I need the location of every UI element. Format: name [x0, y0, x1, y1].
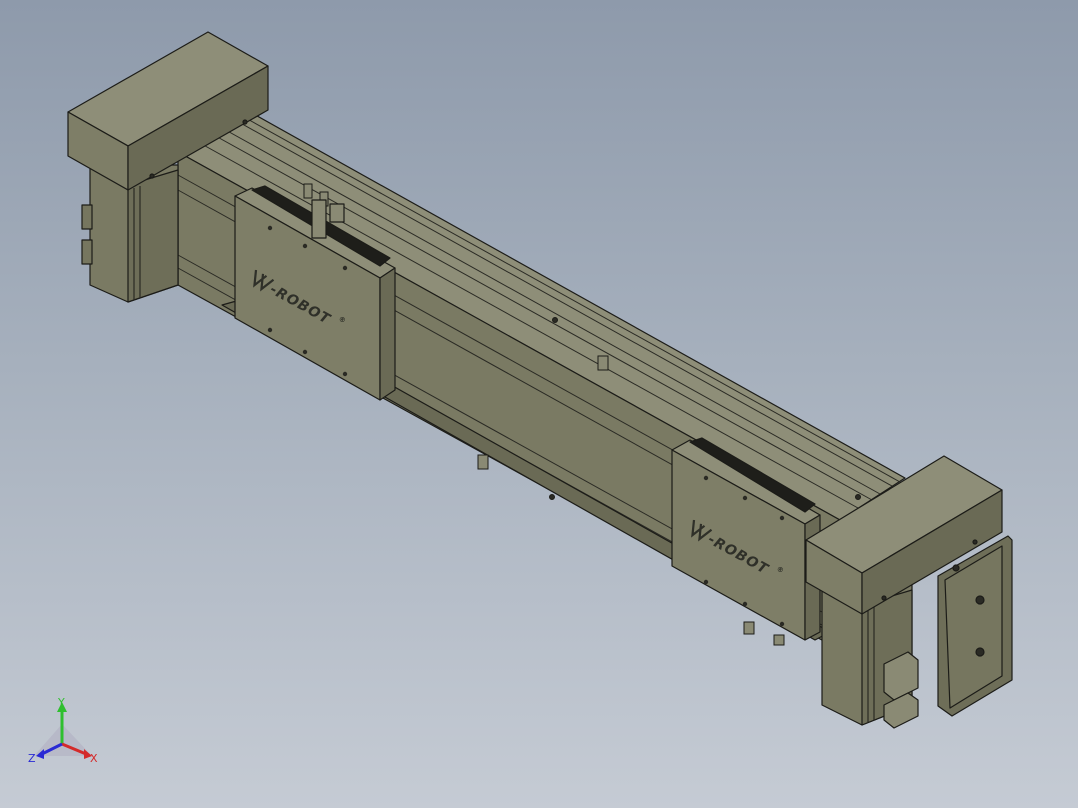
right-cap-screw: [881, 595, 887, 601]
rail-screw: [549, 494, 555, 500]
rail-clip: [743, 621, 755, 635]
left-cap-lug: [81, 239, 93, 265]
left-cap-lug: [81, 204, 93, 230]
rail-clip: [773, 634, 785, 646]
triad-z-label: Z: [28, 752, 36, 765]
rail-clip: [597, 355, 609, 371]
right-cap-screw: [972, 539, 978, 545]
carriage-1-bracket: [311, 199, 327, 239]
carriage-1-bracket: [329, 203, 345, 223]
left-cap-screw: [242, 119, 248, 125]
linear-module-model[interactable]: -ROBOT ® -ROBOT ® Y X Z: [0, 0, 1078, 808]
rail-screw: [855, 494, 861, 500]
triad-y-label: Y: [57, 696, 65, 709]
left-cap-screw: [149, 173, 155, 179]
left-cap-lower-side: [127, 169, 179, 303]
motor-plate-hole: [952, 564, 960, 572]
carriage-1-end-plate: [379, 267, 396, 401]
orientation-triad[interactable]: Y X Z: [28, 696, 98, 765]
rail-clip: [477, 454, 489, 470]
motor-plate-hole: [975, 647, 985, 657]
motor-plate-hole: [975, 595, 985, 605]
rail-clip: [303, 183, 313, 199]
rail-screw: [552, 317, 558, 323]
triad-x-label: X: [90, 752, 98, 765]
cad-viewport[interactable]: -ROBOT ® -ROBOT ® Y X Z: [0, 0, 1078, 808]
